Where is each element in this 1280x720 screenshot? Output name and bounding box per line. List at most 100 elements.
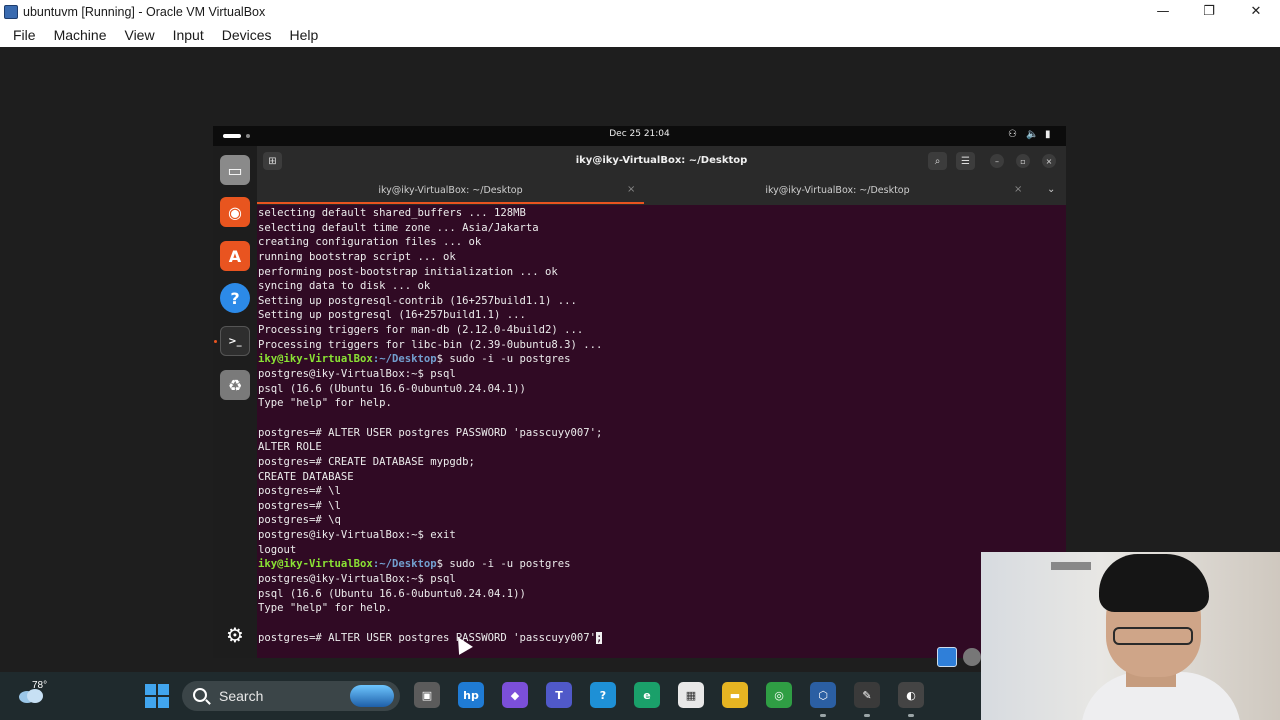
weather-temperature[interactable]: 78°	[32, 680, 47, 691]
line-text: postgres@iky-VirtualBox:~$ psql	[258, 573, 456, 586]
show-apps-icon[interactable]: ⚙	[220, 620, 250, 650]
webcam-background-object	[1051, 562, 1091, 570]
clock[interactable]: Dec 25 21:04	[213, 129, 1066, 139]
terminal-line: logout	[258, 543, 1066, 558]
start-button[interactable]	[145, 684, 169, 708]
terminal-line: iky@iky-VirtualBox:~/Desktop$ sudo -i -u…	[258, 557, 1066, 572]
help-icon[interactable]: ?	[590, 682, 616, 708]
terminal-line: postgres=# CREATE DATABASE mypgdb;	[258, 455, 1066, 470]
terminal-line: syncing data to disk ... ok	[258, 279, 1066, 294]
menu-file[interactable]: File	[4, 27, 45, 43]
terminal-minimize-button[interactable]: –	[990, 154, 1004, 168]
webcam-person-hair	[1099, 554, 1209, 612]
terminal-line: psql (16.6 (Ubuntu 16.6-0ubuntu0.24.04.1…	[258, 587, 1066, 602]
firefox-icon[interactable]: ◉	[220, 197, 250, 227]
vbox-disc-icon[interactable]	[963, 648, 981, 666]
menu-help[interactable]: Help	[281, 27, 328, 43]
terminal-output[interactable]: selecting default shared_buffers ... 128…	[257, 206, 1066, 658]
copilot-icon[interactable]: ◆	[502, 682, 528, 708]
line-text: postgres=# \l	[258, 499, 341, 512]
running-indicator	[864, 714, 870, 717]
terminal-close-button[interactable]: ×	[1042, 154, 1056, 168]
running-indicator	[820, 714, 826, 717]
terminal-line: postgres@iky-VirtualBox:~$ psql	[258, 572, 1066, 587]
line-text: selecting default shared_buffers ... 128…	[258, 207, 526, 219]
menu-button[interactable]: ☰	[956, 152, 975, 170]
line-text: creating configuration files ... ok	[258, 236, 482, 249]
restore-button[interactable]: ❐	[1186, 0, 1232, 23]
battery-icon[interactable]: ▮	[1045, 129, 1051, 140]
vbox-status-icon[interactable]	[937, 647, 957, 667]
line-text: postgres=# ALTER USER postgres PASSWORD …	[258, 426, 603, 439]
line-text: logout	[258, 543, 297, 556]
line-text: Setting up postgresql (16+257build1.1) .…	[258, 309, 526, 322]
terminal-maximize-button[interactable]: ▫	[1016, 154, 1030, 168]
editor-icon[interactable]: ✎	[854, 682, 880, 708]
menu-bar: File Machine View Input Devices Help	[0, 23, 1280, 47]
terminal-cursor: ;	[596, 631, 603, 644]
explorer-icon[interactable]: ▬	[722, 682, 748, 708]
network-icon[interactable]: ⚇	[1008, 129, 1017, 140]
tab-2-close-icon[interactable]: ×	[1014, 184, 1022, 195]
tabs-dropdown-icon[interactable]: ⌄	[1047, 184, 1055, 195]
running-indicator	[908, 714, 914, 717]
teams-icon[interactable]: T	[546, 682, 572, 708]
close-button[interactable]: ✕	[1233, 0, 1279, 23]
virtualbox-icon[interactable]: ⬡	[810, 682, 836, 708]
help-icon[interactable]: ?	[220, 283, 250, 313]
window-title: ubuntuvm [Running] - Oracle VM VirtualBo…	[23, 4, 266, 19]
tab-2[interactable]: iky@iky-VirtualBox: ~/Desktop	[644, 176, 1031, 205]
line-text: Processing triggers for man-db (2.12.0-4…	[258, 324, 584, 337]
terminal-icon[interactable]: >_	[220, 326, 250, 356]
mhp-icon[interactable]: hp	[458, 682, 484, 708]
line-text: $ sudo -i -u postgres	[436, 558, 571, 571]
search-button[interactable]: ⌕	[928, 152, 947, 170]
trash-icon[interactable]: ♻	[220, 370, 250, 400]
menu-view[interactable]: View	[115, 27, 163, 43]
taskbar-search-box[interactable]: Search	[182, 681, 400, 711]
line-text: Processing triggers for libc-bin (2.39-0…	[258, 338, 603, 351]
line-text: postgres=# \l	[258, 485, 341, 498]
terminal-line: Processing triggers for libc-bin (2.39-0…	[258, 338, 1066, 353]
obs-icon[interactable]: ◐	[898, 682, 924, 708]
webcam-overlay	[981, 552, 1280, 720]
terminal-line: Processing triggers for man-db (2.12.0-4…	[258, 323, 1066, 338]
terminal-line: selecting default time zone ... Asia/Jak…	[258, 221, 1066, 236]
menu-devices[interactable]: Devices	[213, 27, 281, 43]
edge-icon[interactable]: e	[634, 682, 660, 708]
terminal-line: postgres=# ALTER USER postgres PASSWORD …	[258, 426, 1066, 441]
files-icon[interactable]: ▭	[220, 155, 250, 185]
files-glyph: ▭	[227, 160, 243, 180]
line-text: ALTER ROLE	[258, 441, 322, 454]
line-text: psql (16.6 (Ubuntu 16.6-0ubuntu0.24.04.1…	[258, 587, 526, 600]
terminal-line: Type "help" for help.	[258, 396, 1066, 411]
show-apps-glyph: ⚙	[226, 623, 244, 647]
search-highlight-image	[350, 685, 394, 707]
start-logo-tile	[158, 697, 169, 708]
tab-1[interactable]: iky@iky-VirtualBox: ~/Desktop	[257, 176, 644, 205]
line-text: selecting default time zone ... Asia/Jak…	[258, 221, 539, 234]
chrome-icon[interactable]: ◎	[766, 682, 792, 708]
file-manager-icon[interactable]: ▣	[414, 682, 440, 708]
tab-1-close-icon[interactable]: ×	[627, 184, 635, 195]
gnome-top-bar: Dec 25 21:04 ⚇ 🔈 ▮	[213, 126, 1066, 146]
app-center-glyph: A	[228, 246, 242, 266]
tab-2-label: iky@iky-VirtualBox: ~/Desktop	[765, 185, 910, 196]
line-text: syncing data to disk ... ok	[258, 280, 431, 293]
terminal-line: postgres=# \l	[258, 484, 1066, 499]
menu-input[interactable]: Input	[164, 27, 213, 43]
terminal-line: Type "help" for help.	[258, 601, 1066, 616]
start-logo-tile	[145, 684, 156, 695]
volume-icon[interactable]: 🔈	[1026, 129, 1038, 140]
line-text: postgres=# ALTER USER postgres PASSWORD …	[258, 631, 597, 644]
line-text: CREATE DATABASE	[258, 470, 354, 483]
store-icon[interactable]: ▦	[678, 682, 704, 708]
trash-glyph: ♻	[227, 375, 243, 395]
ubuntu-desktop[interactable]: Dec 25 21:04 ⚇ 🔈 ▮ ▭ ◉ A ? >_ ♻ ⚙ ⊞ iky@…	[213, 126, 1066, 658]
minimize-button[interactable]: —	[1140, 0, 1186, 23]
app-center-icon[interactable]: A	[220, 241, 250, 271]
prompt-path: :~/Desktop	[372, 558, 437, 571]
menu-machine[interactable]: Machine	[45, 27, 116, 43]
terminal-line: running bootstrap script ... ok	[258, 250, 1066, 265]
